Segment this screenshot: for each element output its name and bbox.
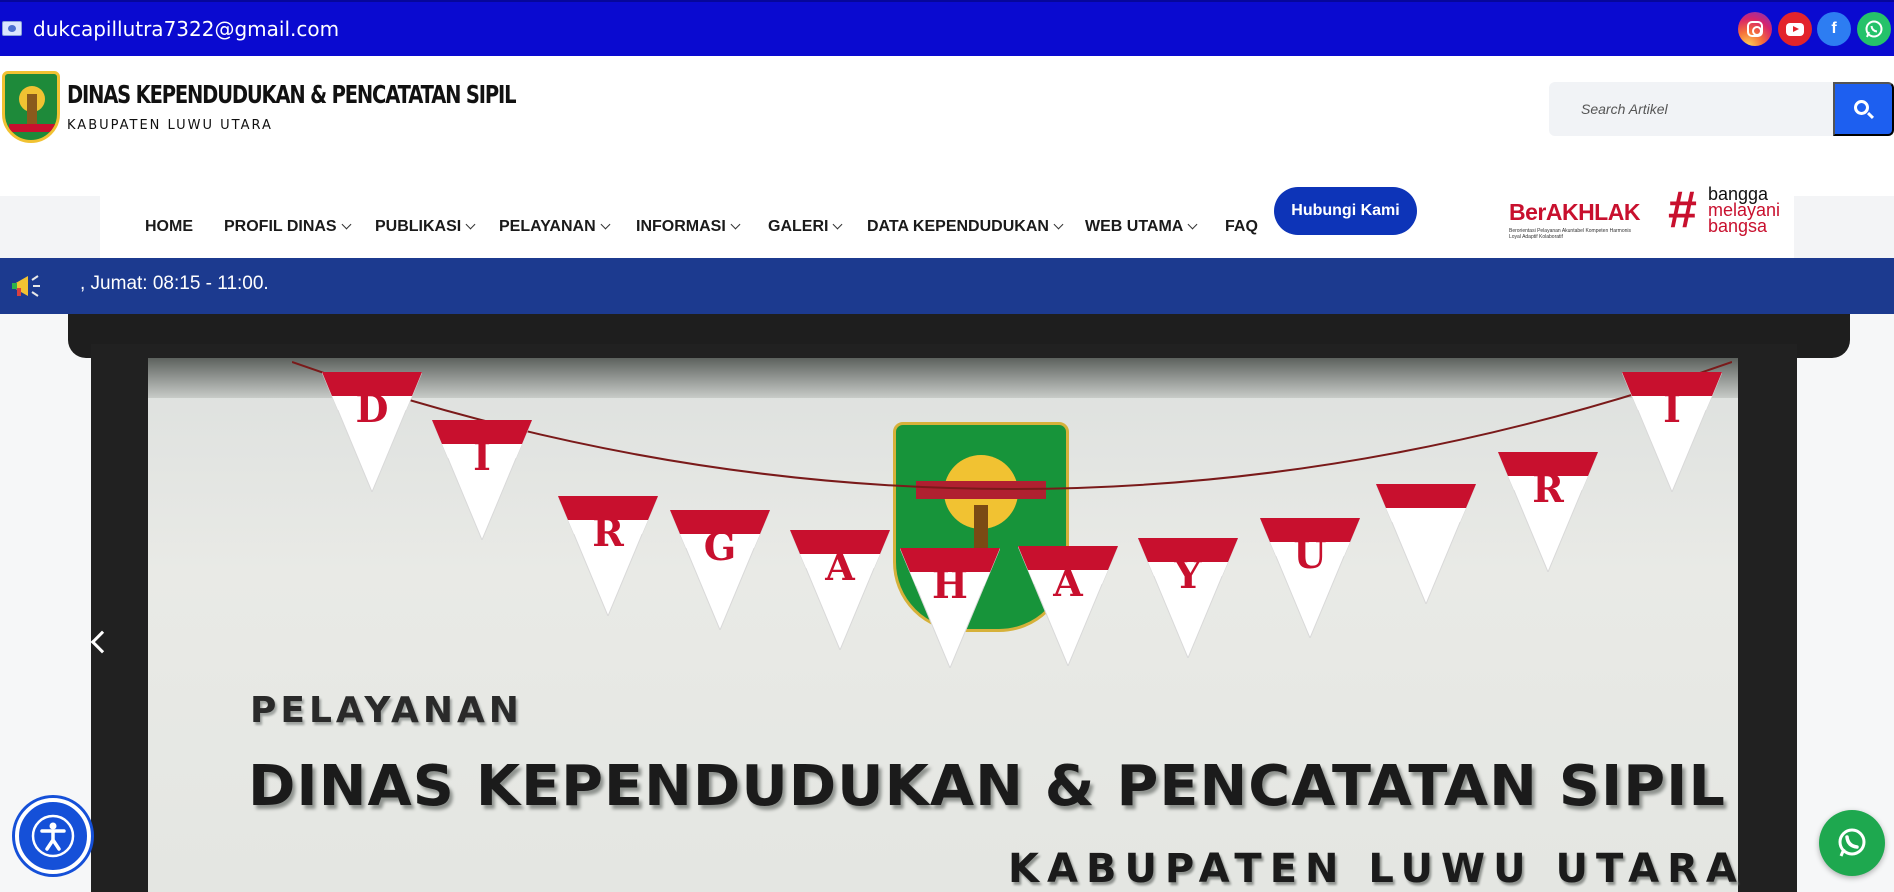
contact-email-link[interactable]: dukcapillutra7322@gmail.com [33,17,339,41]
bunting-pennant: R [558,496,658,616]
chevron-down-icon [730,219,741,230]
bunting-letter: I [1663,386,1681,431]
chevron-down-icon [341,219,352,230]
nav-web-utama[interactable]: WEB UTAMA [1085,196,1198,258]
bunting-letter: R [592,510,624,555]
chevron-down-icon [833,219,843,230]
facebook-icon[interactable]: f [1817,12,1851,46]
site-title[interactable]: DINAS KEPENDUDUKAN & PENCATATAN SIPIL [67,80,517,109]
search-icon [1854,99,1869,115]
bunting-letter: I [473,434,491,479]
bunting-letter: R [1532,466,1564,511]
bunting-letter: A [825,544,855,589]
instagram-icon[interactable] [1738,12,1772,46]
bunting-pennant: D [322,372,422,492]
whatsapp-chat-button[interactable] [1819,810,1885,876]
bunting-pennant: H [900,548,1000,668]
announcement-ticker [0,258,1894,314]
accessibility-button[interactable] [15,798,91,874]
search-input[interactable] [1549,82,1833,136]
accessibility-icon [31,814,75,858]
bangsa-text: bangsa [1708,216,1768,236]
chevron-down-icon [1053,219,1064,230]
bunting-pennant: I [432,420,532,540]
chevron-down-icon [465,219,476,230]
berakhlak-title: BerAKHLAK [1509,199,1640,225]
nav-faq[interactable]: FAQ [1225,196,1258,258]
sign-line-pelayanan: PELAYANAN [250,690,523,731]
bunting-pennant [1376,484,1476,604]
bunting-letter: Y [1174,552,1202,597]
bunting-pennant: A [1018,546,1118,666]
search-button[interactable] [1833,82,1894,136]
chevron-down-icon [1187,219,1198,230]
bunting-pennant: U [1260,518,1360,638]
bunting-letter: H [932,562,968,607]
sign-line-dinas: DINAS KEPENDUDUKAN & PENCATATAN SIPIL [248,754,1726,819]
ticker-text: , Jumat: 08:15 - 11:00. [80,273,269,294]
site-subtitle: KABUPATEN LUWU UTARA [67,118,273,133]
nav-profil-dinas[interactable]: PROFIL DINAS [224,196,352,258]
berakhlak-tagline: Berorientasi Pelayanan Akuntabel Kompete… [1509,228,1632,240]
youtube-icon[interactable] [1778,12,1812,46]
bunting-letter: G [703,524,737,569]
whatsapp-icon[interactable] [1857,12,1891,46]
whatsapp-icon [1838,828,1866,857]
nav-galeri[interactable]: GALERI [768,196,843,258]
nav-data-kependudukan[interactable]: DATA KEPENDUDUKAN [867,196,1064,258]
bunting-pennant: A [790,530,890,650]
bunting-letter: D [355,386,389,431]
hashtag-glyph: # [1668,181,1697,239]
contact-us-button[interactable]: Hubungi Kami [1274,187,1417,235]
bunting-letter: A [1053,560,1083,605]
bunting-pennant: G [670,510,770,630]
bunting-pennant: Y [1138,538,1238,658]
nav-pelayanan[interactable]: PELAYANAN [499,196,611,258]
bunting-pennant: R [1498,452,1598,572]
mail-icon [2,21,22,36]
bunting-pennant: I [1622,372,1722,492]
nav-home[interactable]: HOME [145,196,193,258]
bunting-letter: U [1293,532,1327,577]
sign-line-kabupaten: KABUPATEN LUWU UTARA [1008,846,1745,892]
luwu-utara-logo[interactable] [2,71,60,143]
chevron-down-icon [600,219,611,230]
nav-informasi[interactable]: INFORMASI [636,196,741,258]
bangga-melayani-bangsa-logo: # bangga melayani bangsa [1668,181,1796,239]
megaphone-icon [12,275,40,297]
berakhlak-logo: BerAKHLAK Berorientasi Pelayanan Akuntab… [1509,199,1640,240]
nav-publikasi[interactable]: PUBLIKASI [375,196,476,258]
